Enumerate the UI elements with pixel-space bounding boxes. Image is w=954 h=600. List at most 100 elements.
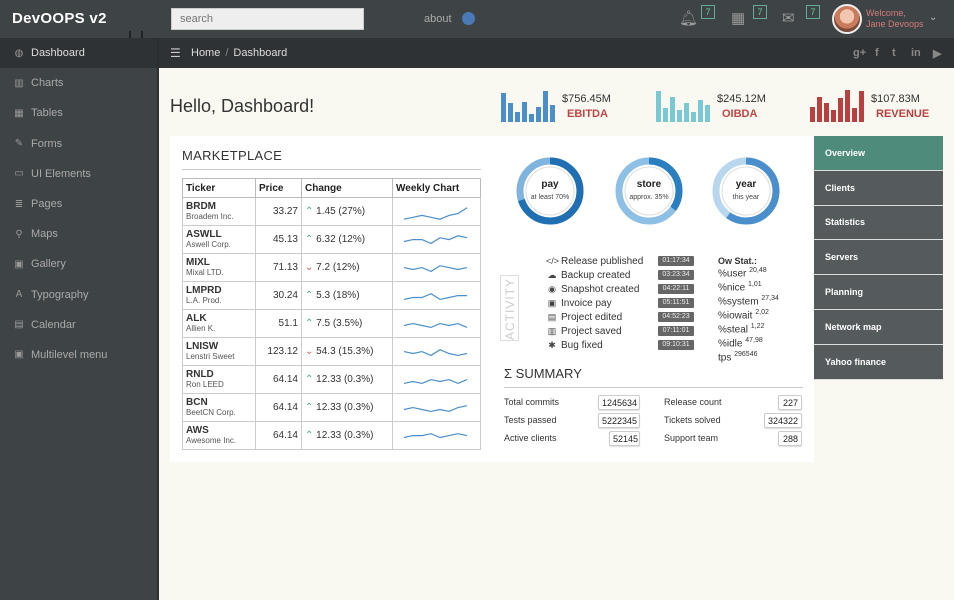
activity-item[interactable]: ▤Project edited [546,310,622,324]
sidebar-item-charts[interactable]: ▥Charts [0,68,157,98]
right-nav-item-servers[interactable]: Servers [814,240,943,275]
youtube-icon[interactable]: ▶ [933,47,941,60]
calendar-icon[interactable]: ▦ [731,9,745,27]
sidebar-item-tables[interactable]: ▦Tables [0,98,157,128]
weekly-sparkline [396,426,476,446]
right-nav-item-network-map[interactable]: Network map [814,310,943,345]
sidebar: ◍Dashboard▥Charts▦Tables✎Forms▭UI Elemen… [0,38,159,600]
breadcrumb-bar: ☰ Home/Dashboard g+ftin▶ [159,38,954,68]
ticker-cell: RNLDRon LEED [183,366,256,394]
column-header-weekly-chart[interactable]: Weekly Chart [393,179,481,198]
twitter-icon[interactable]: t [892,47,896,59]
table-row[interactable]: ALKAllien K.51.1⌃ 7.5 (3.5%) [183,310,481,338]
company-name: Awesome Inc. [186,436,252,446]
user-name: Jane Devoops [866,19,924,30]
ticker-symbol[interactable]: MIXL [186,257,252,268]
bell-icon[interactable]: 🔔︎ [679,9,698,27]
user-menu[interactable]: Welcome, Jane Devoops [866,8,924,30]
ticker-symbol[interactable]: LMPRD [186,285,252,296]
right-nav-item-overview[interactable]: Overview [814,136,943,171]
ticker-symbol[interactable]: ALK [186,313,252,324]
app-logo[interactable]: DevOOPS v2 [12,10,107,27]
column-header-price[interactable]: Price [256,179,302,198]
google-plus-icon[interactable]: g+ [853,47,866,59]
weekly-chart-cell [393,338,481,366]
sidebar-item-forms[interactable]: ✎Forms [0,129,157,159]
kpi-bar [838,98,843,122]
kpi-bar [859,91,864,122]
activity-item[interactable]: ▣Invoice pay [546,296,612,310]
sidebar-item-label: Typography [31,289,88,301]
weekly-chart-cell [393,310,481,338]
search-input[interactable] [171,8,364,30]
os-stat-item: %idle 47,98 [718,337,763,351]
linkedin-icon[interactable]: in [911,47,921,59]
envelope-icon[interactable]: ✉ [782,9,795,27]
ticker-symbol[interactable]: AWS [186,425,252,436]
ticker-symbol[interactable]: ASWLL [186,229,252,240]
sidebar-item-maps[interactable]: ⚲Maps [0,219,157,249]
right-nav-item-statistics[interactable]: Statistics [814,206,943,241]
right-nav-item-planning[interactable]: Planning [814,275,943,310]
sidebar-item-dashboard[interactable]: ◍Dashboard [0,38,157,68]
table-row[interactable]: RNLDRon LEED64.14⌃ 12.33 (0.3%) [183,366,481,394]
chevron-down-icon[interactable]: ⌄ [929,12,937,23]
table-row[interactable]: BCNBeetCN Corp.64.14⌃ 12.33 (0.3%) [183,394,481,422]
sidebar-item-ui-elements[interactable]: ▭UI Elements [0,159,157,189]
activity-item[interactable]: </>Release published [546,254,643,268]
sparkline-path [404,235,467,243]
activity-item[interactable]: ☁Backup created [546,268,631,282]
table-row[interactable]: ASWLLAswell Corp.45.13⌃ 6.32 (12%) [183,226,481,254]
summary-value: 52145 [609,431,640,446]
sidebar-item-multilevel-menu[interactable]: ▣Multilevel menu [0,340,157,370]
change-cell: ⌃ 6.32 (12%) [302,226,393,254]
activity-time-badge: 04:22:11 [658,284,694,294]
ticker-symbol[interactable]: RNLD [186,369,252,380]
sidebar-item-pages[interactable]: ≣Pages [0,189,157,219]
kpi-bar [824,103,829,122]
price-cell: 51.1 [256,310,302,338]
activity-label: Project saved [561,326,622,337]
sparkline-path [404,207,467,218]
table-row[interactable]: BRDMBroadem Inc.33.27⌃ 1.45 (27%) [183,198,481,226]
sidebar-item-label: Multilevel menu [31,349,107,361]
os-stat-label: %user [718,268,746,279]
kpi-label: EBITDA [567,108,608,120]
breadcrumb-current[interactable]: Dashboard [233,47,287,59]
column-header-ticker[interactable]: Ticker [183,179,256,198]
activity-tab[interactable]: ACTIVITY [500,275,519,341]
ticker-symbol[interactable]: BCN [186,397,252,408]
right-nav-item-yahoo-finance[interactable]: Yahoo finance [814,345,943,380]
sidebar-item-label: Calendar [31,319,76,331]
right-nav-item-clients[interactable]: Clients [814,171,943,206]
avatar[interactable] [832,4,862,34]
ticker-symbol[interactable]: LNISW [186,341,252,352]
os-stat-item: %nice 1,01 [718,281,762,295]
table-row[interactable]: MIXLMixal LTD.71.13⌄ 7.2 (12%) [183,254,481,282]
divider [504,387,803,388]
table-row[interactable]: LMPRDL.A. Prod.30.24⌃ 5.3 (18%) [183,282,481,310]
facebook-icon[interactable]: f [875,47,879,59]
sparkline-path [404,433,467,437]
column-header-change[interactable]: Change [302,179,393,198]
summary-label: Active clients [504,433,557,443]
activity-item[interactable]: ▥Project saved [546,324,622,338]
change-value: 54.3 (15.3%) [316,346,373,357]
activity-item[interactable]: ✱Bug fixed [546,338,603,352]
table-row[interactable]: AWSAwesome Inc.64.14⌃ 12.33 (0.3%) [183,422,481,450]
change-value: 5.3 (18%) [316,290,359,301]
change-cell: ⌃ 12.33 (0.3%) [302,394,393,422]
hamburger-menu-icon[interactable]: ☰ [170,46,181,60]
activity-item[interactable]: ◉Snapshot created [546,282,639,296]
about-link[interactable]: about [424,13,452,25]
breadcrumb-home[interactable]: Home [191,47,220,59]
table-row[interactable]: LNISWLenstri Sweet123.12⌄ 54.3 (15.3%) [183,338,481,366]
kpi-bar [677,110,682,122]
change-cell: ⌃ 7.5 (3.5%) [302,310,393,338]
sidebar-item-typography[interactable]: ATypography [0,280,157,310]
ticker-symbol[interactable]: BRDM [186,201,252,212]
sidebar-item-gallery[interactable]: ▣Gallery [0,249,157,279]
kpi-bar [501,93,506,122]
sidebar-item-calendar[interactable]: ▤Calendar [0,310,157,340]
change-cell: ⌄ 54.3 (15.3%) [302,338,393,366]
